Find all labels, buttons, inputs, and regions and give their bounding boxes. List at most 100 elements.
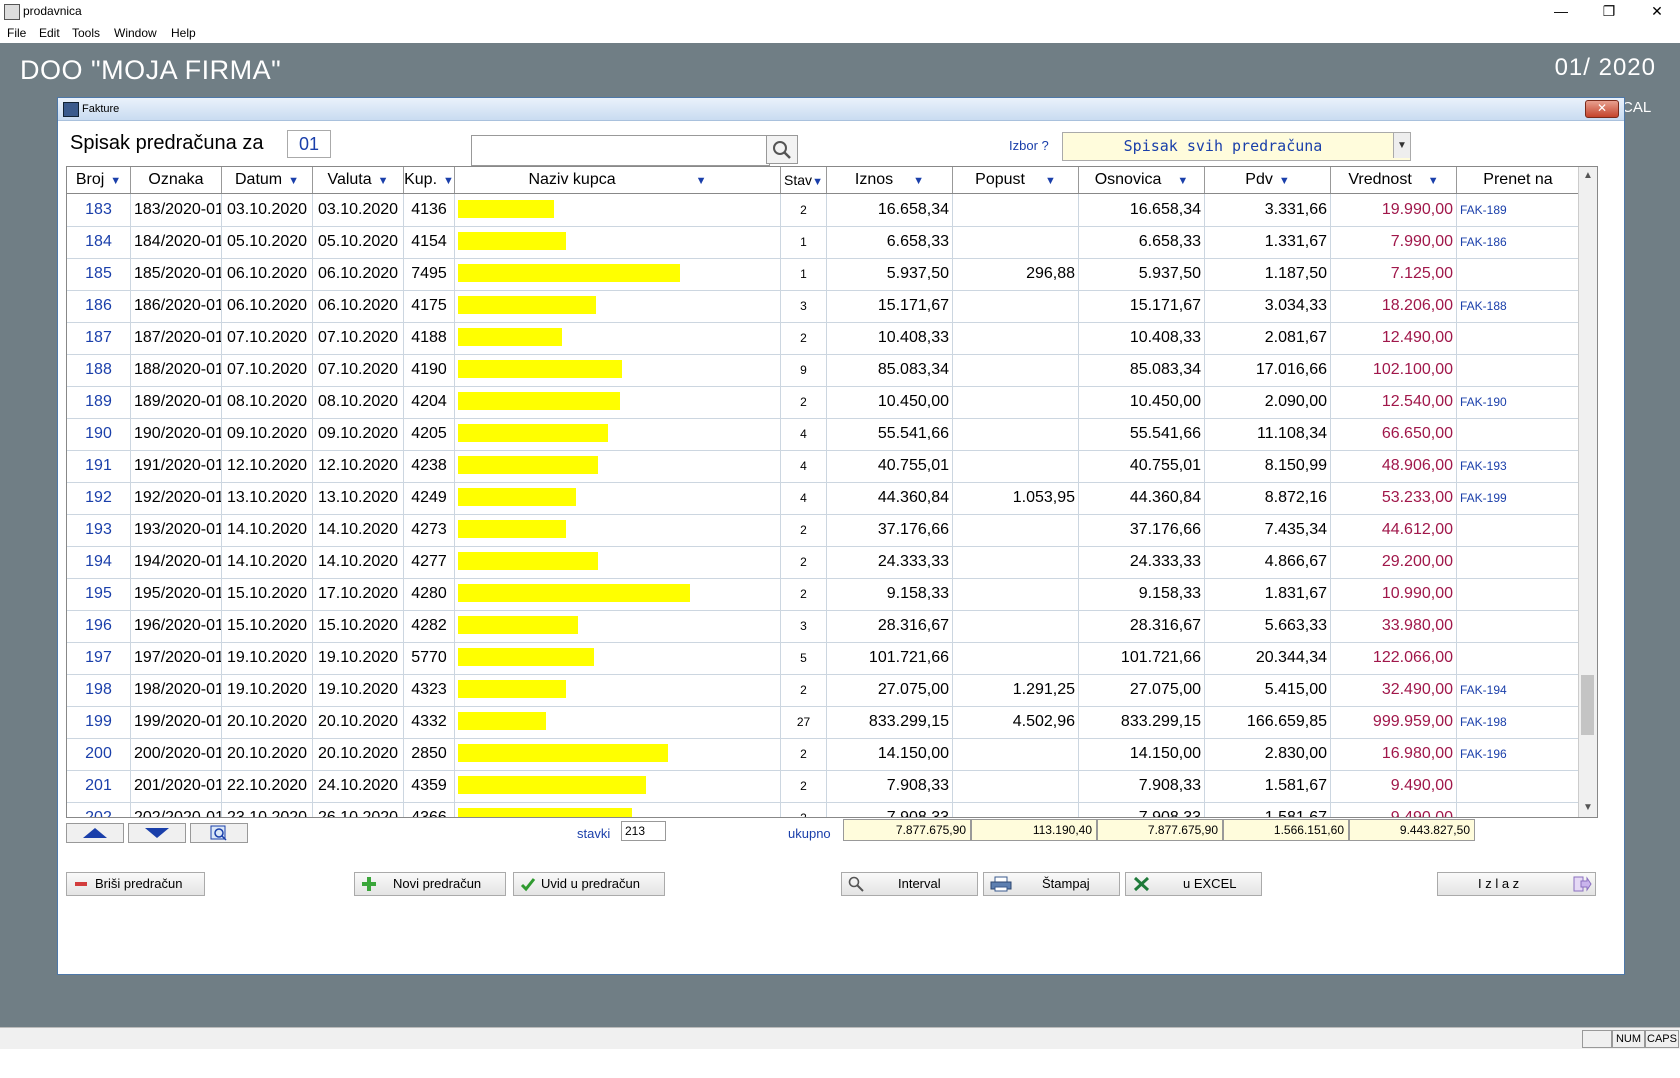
month-field[interactable]: 01 [287, 130, 331, 158]
cell-prenet[interactable] [1457, 514, 1579, 546]
scroll-up-icon[interactable]: ▲ [1579, 167, 1597, 185]
col-oznaka[interactable]: Oznaka [131, 167, 222, 193]
col-osnovica[interactable]: Osnovica ▼ [1079, 167, 1205, 193]
cell-broj[interactable]: 187 [67, 322, 131, 354]
cell-broj[interactable]: 196 [67, 610, 131, 642]
new-button[interactable]: Novi predračun [354, 872, 506, 896]
cell-broj[interactable]: 195 [67, 578, 131, 610]
cell-prenet[interactable]: FAK-198 [1457, 706, 1579, 738]
cell-prenet[interactable]: FAK-189 [1457, 194, 1579, 226]
table-row[interactable]: 183 183/2020-01 03.10.2020 03.10.2020 4136 2 1… [67, 194, 1597, 227]
cell-broj[interactable]: 202 [67, 802, 131, 817]
cell-prenet[interactable] [1457, 546, 1579, 578]
cell-prenet[interactable] [1457, 418, 1579, 450]
cell-prenet[interactable]: FAK-199 [1457, 482, 1579, 514]
table-row[interactable]: 185 185/2020-01 06.10.2020 06.10.2020 7495 1 5… [67, 258, 1597, 291]
menu-window[interactable]: Window [114, 26, 157, 40]
col-stav[interactable]: Stav▼ [781, 167, 827, 193]
cell-prenet[interactable] [1457, 578, 1579, 610]
table-row[interactable]: 199 199/2020-01 20.10.2020 20.10.2020 4332 27… [67, 706, 1597, 739]
cell-prenet[interactable] [1457, 770, 1579, 802]
col-popust[interactable]: Popust ▼ [953, 167, 1079, 193]
cell-broj[interactable]: 194 [67, 546, 131, 578]
menu-tools[interactable]: Tools [72, 26, 100, 40]
table-row[interactable]: 201 201/2020-01 22.10.2020 24.10.2020 4359 2 7… [67, 770, 1597, 803]
cell-broj[interactable]: 197 [67, 642, 131, 674]
table-row[interactable]: 192 192/2020-01 13.10.2020 13.10.2020 4249 4 4… [67, 482, 1597, 515]
izbor-select[interactable]: Spisak svih predračuna ▼ [1062, 132, 1411, 161]
table-row[interactable]: 202 202/2020-01 23.10.2020 26.10.2020 4366 2 7… [67, 802, 1597, 817]
cell-prenet[interactable]: FAK-186 [1457, 226, 1579, 258]
col-valuta[interactable]: Valuta ▼ [313, 167, 404, 193]
col-kup[interactable]: Kup. ▼ [404, 167, 455, 193]
menu-file[interactable]: File [7, 26, 26, 40]
cell-prenet[interactable] [1457, 322, 1579, 354]
minimize-button[interactable]: — [1538, 0, 1584, 23]
col-iznos[interactable]: Iznos ▼ [827, 167, 953, 193]
menu-help[interactable]: Help [171, 26, 196, 40]
next-page-button[interactable] [128, 823, 186, 843]
cell-broj[interactable]: 189 [67, 386, 131, 418]
cell-prenet[interactable]: FAK-190 [1457, 386, 1579, 418]
cell-prenet[interactable]: FAK-193 [1457, 450, 1579, 482]
col-broj[interactable]: Broj ▼ [67, 167, 131, 193]
dialog-close-button[interactable]: ✕ [1585, 100, 1619, 118]
cell-prenet[interactable]: FAK-194 [1457, 674, 1579, 706]
col-vrednost[interactable]: Vrednost ▼ [1331, 167, 1457, 193]
cell-broj[interactable]: 191 [67, 450, 131, 482]
scrollbar-thumb[interactable] [1581, 675, 1594, 735]
cell-prenet[interactable] [1457, 802, 1579, 817]
excel-button[interactable]: u EXCEL [1125, 872, 1262, 896]
cell-broj[interactable]: 184 [67, 226, 131, 258]
table-row[interactable]: 186 186/2020-01 06.10.2020 06.10.2020 4175 3 1… [67, 290, 1597, 323]
table-row[interactable]: 184 184/2020-01 05.10.2020 05.10.2020 4154 1 6… [67, 226, 1597, 259]
table-row[interactable]: 200 200/2020-01 20.10.2020 20.10.2020 2850 2 1… [67, 738, 1597, 771]
cell-broj[interactable]: 192 [67, 482, 131, 514]
cell-broj[interactable]: 183 [67, 194, 131, 226]
grid-scrollbar[interactable]: ▲ ▼ [1578, 167, 1597, 817]
cell-broj[interactable]: 199 [67, 706, 131, 738]
cell-prenet[interactable]: FAK-188 [1457, 290, 1579, 322]
cell-broj[interactable]: 198 [67, 674, 131, 706]
table-row[interactable]: 187 187/2020-01 07.10.2020 07.10.2020 4188 2 1… [67, 322, 1597, 355]
interval-button[interactable]: Interval [841, 872, 978, 896]
delete-button[interactable]: Briši predračun [66, 872, 205, 896]
table-row[interactable]: 196 196/2020-01 15.10.2020 15.10.2020 4282 3 2… [67, 610, 1597, 643]
cell-prenet[interactable]: FAK-196 [1457, 738, 1579, 770]
table-row[interactable]: 194 194/2020-01 14.10.2020 14.10.2020 4277 2 2… [67, 546, 1597, 579]
table-row[interactable]: 190 190/2020-01 09.10.2020 09.10.2020 4205 4 5… [67, 418, 1597, 451]
cell-broj[interactable]: 188 [67, 354, 131, 386]
cell-broj[interactable]: 185 [67, 258, 131, 290]
table-row[interactable]: 193 193/2020-01 14.10.2020 14.10.2020 4273 2 3… [67, 514, 1597, 547]
col-datum[interactable]: Datum ▼ [222, 167, 313, 193]
cell-prenet[interactable] [1457, 258, 1579, 290]
close-button[interactable]: ✕ [1634, 0, 1680, 23]
print-button[interactable]: Štampaj [983, 872, 1120, 896]
prev-page-button[interactable] [66, 823, 124, 843]
cell-prenet[interactable] [1457, 610, 1579, 642]
exit-button[interactable]: I z l a z [1437, 872, 1596, 896]
cell-broj[interactable]: 190 [67, 418, 131, 450]
table-row[interactable]: 188 188/2020-01 07.10.2020 07.10.2020 4190 9 8… [67, 354, 1597, 387]
table-row[interactable]: 189 189/2020-01 08.10.2020 08.10.2020 4204 2 1… [67, 386, 1597, 419]
chevron-down-icon[interactable]: ▼ [1393, 133, 1410, 158]
cell-prenet[interactable] [1457, 642, 1579, 674]
cell-broj[interactable]: 186 [67, 290, 131, 322]
table-row[interactable]: 195 195/2020-01 15.10.2020 17.10.2020 4280 2 9… [67, 578, 1597, 611]
cell-broj[interactable]: 193 [67, 514, 131, 546]
menu-edit[interactable]: Edit [39, 26, 60, 40]
view-button[interactable]: Uvid u predračun [513, 872, 665, 896]
col-naziv-kupca[interactable]: Naziv kupca ▼ [455, 167, 781, 193]
col-pdv[interactable]: Pdv ▼ [1205, 167, 1331, 193]
search-input[interactable] [471, 135, 770, 166]
col-prenet-na[interactable]: Prenet na [1457, 167, 1579, 193]
table-row[interactable]: 198 198/2020-01 19.10.2020 19.10.2020 4323 2 2… [67, 674, 1597, 707]
table-row[interactable]: 197 197/2020-01 19.10.2020 19.10.2020 5770 5 1… [67, 642, 1597, 675]
find-button[interactable] [190, 823, 248, 843]
search-button[interactable] [766, 135, 798, 164]
scroll-down-icon[interactable]: ▼ [1579, 799, 1597, 817]
maximize-button[interactable]: ❐ [1586, 0, 1632, 23]
cell-prenet[interactable] [1457, 354, 1579, 386]
cell-broj[interactable]: 201 [67, 770, 131, 802]
table-row[interactable]: 191 191/2020-01 12.10.2020 12.10.2020 4238 4 4… [67, 450, 1597, 483]
